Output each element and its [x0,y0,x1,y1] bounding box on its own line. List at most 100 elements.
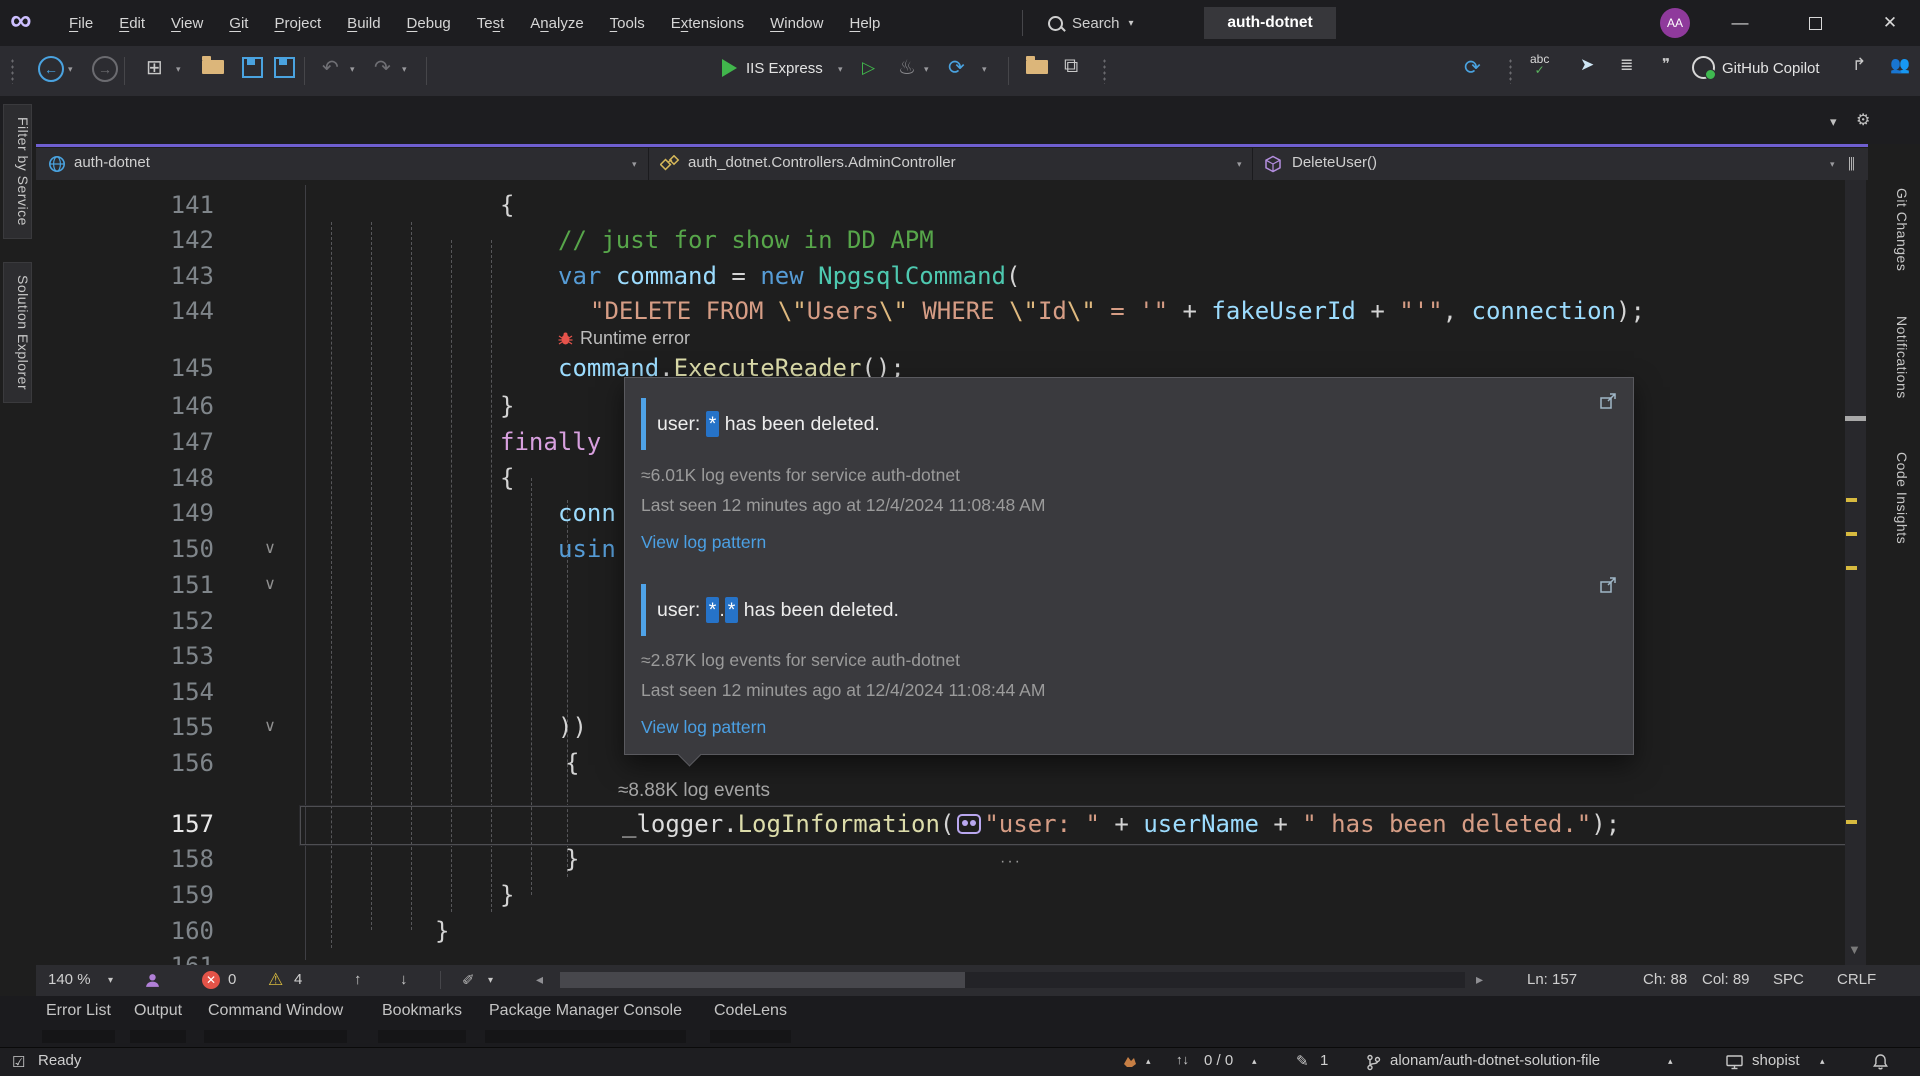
breadcrumb-project[interactable]: auth-dotnet [74,154,150,171]
menu-extensions[interactable]: Extensions [658,11,757,36]
code-line-146[interactable]: } [500,388,514,424]
fold-chevron-icon[interactable]: ∨ [258,709,282,745]
undo-dropdown[interactable]: ▾ [350,64,355,75]
menu-build[interactable]: Build [334,11,393,36]
repo-caret-icon[interactable]: ▴ [1820,1056,1825,1067]
navigate-back-icon[interactable]: ← [38,56,64,82]
status-spaces[interactable]: SPC [1773,971,1804,988]
run-target-label[interactable]: IIS Express [746,60,823,77]
menu-file[interactable]: File [56,11,106,36]
scrollbar-thumb[interactable] [1845,416,1866,421]
hscroll-right-arrow[interactable]: ▸ [1476,971,1483,988]
branch-name[interactable]: alonam/auth-dotnet-solution-file [1390,1052,1600,1069]
sync-caret-icon[interactable]: ▴ [1252,1056,1257,1067]
breadcrumb-member-chevron[interactable]: ▾ [1830,159,1835,170]
line-number[interactable]: 141 [118,187,214,223]
save-all-icon[interactable] [274,57,295,78]
sidebar-tab-solution-explorer[interactable]: Solution Explorer [3,262,32,403]
open-external-icon[interactable] [1599,392,1617,410]
line-number[interactable]: 152 [118,603,214,639]
vertical-scrollbar[interactable]: ▼ [1845,180,1866,965]
code-line-147[interactable]: finally [500,424,601,460]
panel-tab-error-list[interactable]: Error List [46,1002,111,1020]
line-number[interactable]: 149 [118,495,214,531]
live-share-icon[interactable] [144,972,161,989]
code-line-150[interactable]: usin [558,531,616,567]
status-extension-icon[interactable] [1122,1054,1138,1070]
menu-edit[interactable]: Edit [106,11,158,36]
line-number[interactable]: 142 [118,222,214,258]
refresh-icon[interactable]: ⟳ [948,55,965,80]
line-number[interactable]: 155 [118,709,214,745]
open-folder-icon[interactable] [202,60,224,74]
error-count-icon[interactable]: ✕ [202,971,220,989]
toolbar-grip[interactable] [1102,58,1107,84]
next-issue-arrow-icon[interactable]: ↓ [400,971,408,988]
line-number[interactable]: 148 [118,460,214,496]
zoom-dropdown-chevron[interactable]: ▾ [108,975,113,986]
code-line-144[interactable]: "DELETE FROM \"Users\" WHERE \"Id\" = '"… [590,293,1645,329]
prev-issue-arrow-icon[interactable]: ↑ [354,971,362,988]
code-line-160[interactable]: } [435,913,449,949]
code-line-143[interactable]: var command = new NpgsqlCommand( [558,258,1020,294]
profiler-dropdown[interactable]: ▾ [924,64,929,75]
split-editor-icon[interactable]: ⫼ [1848,156,1855,173]
scrollbar-down-arrow[interactable]: ▼ [1848,932,1861,965]
avatar[interactable]: AA [1660,8,1690,38]
chevron-down-icon[interactable]: ▾ [1129,18,1134,29]
fold-chevron-icon[interactable]: ∨ [258,531,282,567]
breadcrumb-project-chevron[interactable]: ▾ [632,159,637,170]
breadcrumb-type[interactable]: auth_dotnet.Controllers.AdminController [688,154,956,171]
edit-count[interactable]: 1 [1320,1052,1328,1069]
panel-tab-bookmarks[interactable]: Bookmarks [382,1002,462,1020]
open-external-icon[interactable] [1599,576,1617,594]
tab-list-chevron-icon[interactable]: ▾ [1830,114,1837,130]
extension-caret-icon[interactable]: ▴ [1146,1056,1151,1067]
menu-debug[interactable]: Debug [394,11,464,36]
toolbar-grip[interactable] [1508,58,1513,84]
tabwell-settings-icon[interactable]: ⚙ [1856,110,1870,130]
line-number[interactable]: 159 [118,877,214,913]
side-panel-tab-notifications[interactable]: Notifications [1880,316,1910,399]
code-line-142[interactable]: // just for show in DD APM [558,222,934,258]
format-dropdown-chevron[interactable]: ▾ [488,975,493,986]
preview-window-icon[interactable]: ⧉ [1064,55,1078,78]
code-line-159[interactable]: } [500,877,514,913]
spell-check-icon[interactable]: abc✓ [1530,54,1549,76]
panel-tab-output[interactable]: Output [134,1002,182,1020]
branch-caret-icon[interactable]: ▴ [1668,1056,1673,1067]
new-project-icon[interactable]: ⊞ [146,55,163,80]
warning-count[interactable]: 4 [294,971,302,988]
redo-icon[interactable]: ↷ [374,55,391,80]
line-number[interactable]: 146 [118,388,214,424]
menu-project[interactable]: Project [261,11,334,36]
line-number[interactable]: 153 [118,638,214,674]
pointer-icon[interactable]: ➤ [1580,55,1594,75]
save-icon[interactable] [242,57,263,78]
share-icon[interactable]: ↱ [1852,55,1866,75]
document-outline-icon[interactable]: ≣ [1620,55,1633,75]
line-number[interactable]: 151 [118,567,214,603]
toolbar-grip[interactable] [10,58,15,84]
menu-window[interactable]: Window [757,11,836,36]
find-in-files-icon[interactable] [1026,60,1048,74]
code-line-149[interactable]: conn [558,495,616,531]
side-panel-tab-code-insights[interactable]: Code Insights [1880,452,1910,544]
code-line-141[interactable]: { [500,187,514,223]
view-log-pattern-link[interactable]: View log pattern [641,524,766,560]
line-number[interactable]: 161 [118,948,214,965]
line-number[interactable]: 147 [118,424,214,460]
zoom-level[interactable]: 140 % [48,971,91,988]
github-copilot-label[interactable]: GitHub Copilot [1722,60,1820,77]
hscroll-left-arrow[interactable]: ◂ [536,971,543,988]
code-line-155[interactable]: )) [558,709,587,745]
side-panel-tab-git-changes[interactable]: Git Changes [1880,188,1910,271]
run-target-dropdown[interactable]: ▾ [838,64,843,75]
format-wand-icon[interactable]: ✐ [462,971,475,989]
refresh-insights-icon[interactable]: ⟳ [1464,55,1481,80]
code-line-158[interactable]: } [565,841,579,877]
line-number[interactable]: 157 [118,806,214,842]
menu-analyze[interactable]: Analyze [517,11,596,36]
restore-button[interactable] [1792,0,1838,46]
redo-dropdown[interactable]: ▾ [402,64,407,75]
